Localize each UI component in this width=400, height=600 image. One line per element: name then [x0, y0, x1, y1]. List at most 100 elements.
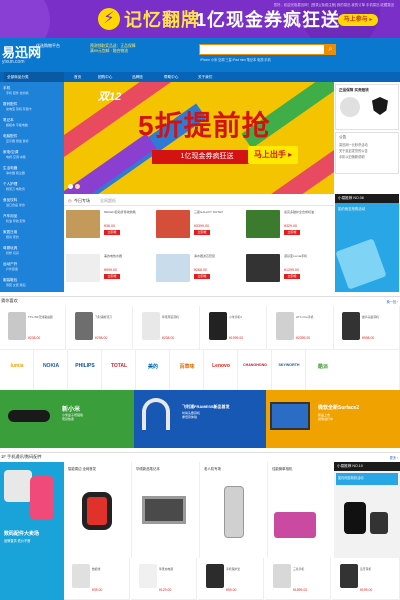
buy-button[interactable]: 立即抢	[104, 230, 120, 235]
category-sub[interactable]: 奶粉 玩具	[6, 251, 62, 255]
deal-item[interactable]: 三星GALAXY NOTE3 ¥3399.00 立即抢	[154, 208, 242, 248]
category-sub[interactable]: 男装 女装 箱包	[6, 283, 62, 287]
category-item[interactable]: 数码配件	[3, 102, 61, 107]
tab-lowest[interactable]: 全网超低	[100, 198, 116, 204]
product-name[interactable]: 三星手机	[293, 567, 329, 571]
floor-main-banner[interactable]: 数码配件大卖场 品牌直供 低价不断	[0, 462, 64, 600]
event-banner[interactable]: 您好，欢迎光临易迅网！[登录] [免费注册] 我的易迅 我的订单 手机易迅 收藏…	[0, 0, 400, 38]
brand-logo[interactable]: Lenovo	[204, 350, 238, 390]
product-name[interactable]: 三星GALAXY NOTE3	[194, 210, 240, 215]
banner-join-button[interactable]: 马上参与 ▸	[338, 14, 378, 26]
category-sub[interactable]: 进口食品 零食	[6, 203, 62, 207]
guess-card[interactable]: TP-LINK无线路由器 ¥238.00	[0, 306, 66, 350]
search-button[interactable]: ⌕	[325, 44, 336, 55]
nav-item-home[interactable]: 首页	[74, 72, 81, 82]
tab-today[interactable]: 今日专场	[74, 198, 90, 204]
deal-item[interactable]: 嘉实多磁护全合成机油 ¥329.00 立即抢	[244, 208, 332, 248]
category-sub[interactable]: 厨具 家纺	[6, 235, 62, 239]
product-name[interactable]: 诺基亚Lumia手机	[284, 254, 330, 259]
category-sub[interactable]: 手机 配件 合约机	[6, 91, 62, 95]
category-item[interactable]: 母婴玩具	[3, 246, 61, 251]
nav-item-about[interactable]: 关于我们	[198, 72, 212, 82]
floor-product[interactable]: 数据线 ¥39.00	[64, 558, 130, 600]
category-item[interactable]: 汽车用品	[3, 214, 61, 219]
buy-button[interactable]: 立即抢	[194, 230, 210, 235]
buy-button[interactable]: 立即抢	[104, 274, 120, 279]
notice-item[interactable]: 易迅网一元秒杀活动	[339, 142, 368, 147]
hero-banner[interactable]: 双12 5折提前抢 1亿现金券疯狂送 马上出手 ▸	[64, 82, 334, 194]
product-name[interactable]: 数据线	[92, 567, 128, 571]
deal-item[interactable]: 诺基亚Lumia手机 ¥1299.00 立即抢	[244, 252, 332, 292]
category-item[interactable]: 电脑配件	[3, 134, 61, 139]
category-title[interactable]: 全部商品分类	[4, 72, 64, 82]
floor-product[interactable]: 三星手机 ¥1899.00	[265, 558, 331, 600]
product-name[interactable]: 嘉实多磁护全合成机油	[284, 210, 330, 215]
refresh-link[interactable]: 换一批 ›	[386, 299, 398, 304]
brand-logo[interactable]: NOKIA	[34, 350, 68, 390]
deal-item[interactable]: REGEN自动折叠收纳箱 ¥36.00 立即抢	[64, 208, 152, 248]
brand-logo[interactable]: 美的	[136, 350, 170, 390]
product-name[interactable]: 苹果充电器	[159, 567, 195, 571]
product-name[interactable]: 美的电热水器	[104, 254, 150, 259]
product-name[interactable]: 魔声头戴耳机	[362, 315, 398, 319]
product-name[interactable]: 蓝牙耳机	[360, 567, 396, 571]
floor-product[interactable]: 手机保护套 ¥59.00	[198, 558, 264, 600]
nav-item-help[interactable]: 帮助中心	[164, 72, 178, 82]
buy-button[interactable]: 立即抢	[284, 230, 300, 235]
category-item[interactable]: 食品饮料	[3, 198, 61, 203]
product-name[interactable]: 小米手机3	[229, 315, 265, 319]
product-name[interactable]: HTC One手机	[296, 315, 332, 319]
guess-card[interactable]: 苹果原装耳机 ¥238.00	[134, 306, 200, 350]
brand-logo[interactable]: SKYWORTH	[272, 350, 306, 390]
floor-more-link[interactable]: 更多 ›	[390, 455, 398, 460]
category-item[interactable]: 家居日用	[3, 230, 61, 235]
product-name[interactable]: 飞利浦剃须刀	[95, 315, 131, 319]
floor-item[interactable]: 华硕新品笔记本	[132, 462, 200, 558]
guess-card[interactable]: 小米手机3 ¥1999.00	[201, 306, 267, 350]
promo-surface[interactable]: 微软全新Surface2 新品上市 抢购进行中	[266, 390, 400, 448]
category-item[interactable]: 家电/空调	[3, 150, 61, 155]
hero-cta-button[interactable]: 马上出手 ▸	[248, 146, 298, 164]
deal-item[interactable]: 净水器滤芯套装 ¥268.00 立即抢	[154, 252, 242, 292]
carousel-dot[interactable]	[75, 184, 80, 189]
notice-item[interactable]: 手机以旧换新说明	[339, 154, 365, 159]
floor-item[interactable]: 佳能微单相机	[268, 462, 334, 558]
category-item[interactable]: 个人护理	[3, 182, 61, 187]
brand-logo[interactable]: lumia	[0, 350, 34, 390]
brand-logo[interactable]: TOTAL	[102, 350, 136, 390]
product-name[interactable]: 苹果原装耳机	[162, 315, 198, 319]
nav-item-brand[interactable]: 品牌馆	[132, 72, 143, 82]
category-sub[interactable]: 显示器 键盘 鼠标	[6, 139, 62, 143]
category-sub[interactable]: 充电宝 耳机 存储卡	[6, 107, 62, 111]
promo-philips[interactable]: 飞利浦FRAMESS新品首发 时尚头戴耳机 重低音体验	[134, 390, 266, 448]
hot-search-links[interactable]: iPhone 小米 空调 三星 iPad mini 笔记本 电视 手机	[200, 57, 271, 62]
floor-recommend[interactable]: 小易推荐 NO.10 如约而至精彩活动	[334, 462, 400, 558]
floor-product[interactable]: 苹果充电器 ¥129.00	[131, 558, 197, 600]
category-sub[interactable]: 剃须刀 电吹风	[6, 187, 62, 191]
category-item[interactable]: 生活电器	[3, 166, 61, 171]
category-item[interactable]: 笔记本	[3, 118, 61, 123]
brand-logo[interactable]: PHILIPS	[68, 350, 102, 390]
product-name[interactable]: 净水器滤芯套装	[194, 254, 240, 259]
buy-button[interactable]: 立即抢	[194, 274, 210, 279]
brand-logo[interactable]: 百草味	[170, 350, 204, 390]
guess-card[interactable]: 魔声头戴耳机 ¥998.00	[334, 306, 400, 350]
floor-item[interactable]: 老人机专场	[200, 462, 268, 558]
product-name[interactable]: REGEN自动折叠收纳箱	[104, 210, 150, 215]
category-sub[interactable]: 机油 导航 配件	[6, 219, 62, 223]
category-sub[interactable]: 户外装备	[6, 267, 62, 271]
brand-logo[interactable]: CHANGHONG	[238, 350, 272, 390]
floor-product[interactable]: 蓝牙耳机 ¥199.00	[332, 558, 400, 600]
guess-card[interactable]: 飞利浦剃须刀 ¥298.00	[67, 306, 133, 350]
promo-xiaomi[interactable]: 新小米 小米盒子增强版 现货热卖	[0, 390, 134, 448]
deal-item[interactable]: 美的电热水器 ¥999.00 立即抢	[64, 252, 152, 292]
category-sub[interactable]: 电视 空调 冰箱	[6, 155, 62, 159]
category-item[interactable]: 运动户外	[3, 262, 61, 267]
product-name[interactable]: TP-LINK无线路由器	[28, 315, 64, 319]
search-input[interactable]	[199, 44, 325, 55]
brand-logo[interactable]: 酷派	[306, 350, 400, 390]
buy-button[interactable]: 立即抢	[284, 274, 300, 279]
recommend-box[interactable]: 小易推荐 NO.08 如约而至抢购活动	[335, 194, 399, 292]
carousel-dot[interactable]	[68, 184, 73, 189]
category-sub[interactable]: 净水器 吸尘器	[6, 171, 62, 175]
